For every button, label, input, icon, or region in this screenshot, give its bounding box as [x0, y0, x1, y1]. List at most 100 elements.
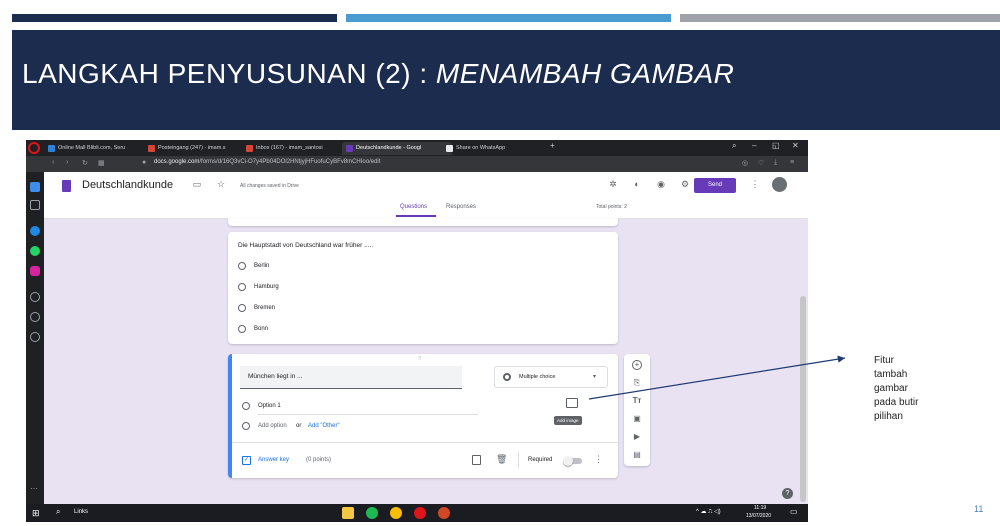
question-card-2[interactable]: ⠿ München liegt in ... Multiple choice ▾…	[228, 354, 618, 478]
history-icon[interactable]	[30, 312, 40, 322]
answer-key-link[interactable]: Answer key	[258, 457, 289, 463]
help-icon[interactable]: ?	[782, 488, 793, 499]
lock-icon: ●	[142, 159, 147, 166]
option-bonn: Bonn	[254, 326, 269, 332]
toggle-knob	[563, 456, 573, 466]
taskbar-search[interactable]: Links	[74, 509, 88, 515]
opera-icon[interactable]	[414, 507, 426, 519]
radio-bonn[interactable]	[238, 325, 246, 333]
speed-dial-icon[interactable]	[30, 182, 40, 192]
spotify-icon[interactable]	[366, 507, 378, 519]
add-video-icon[interactable]: ▶	[632, 432, 642, 442]
back-icon[interactable]: ‹	[52, 159, 54, 166]
forward-icon[interactable]: ›	[66, 159, 68, 166]
import-questions-icon[interactable]: ⎘	[632, 378, 642, 388]
question-card-partial	[228, 218, 618, 226]
radio-type-icon	[503, 373, 511, 381]
palette-icon[interactable]: ◐	[632, 179, 642, 189]
add-other-link[interactable]: Add "Other"	[308, 423, 340, 429]
tab-active-underline	[396, 215, 436, 217]
tab-responses[interactable]: Responses	[446, 204, 476, 210]
add-image-icon[interactable]: ▣	[632, 414, 642, 424]
new-tab-button[interactable]: +	[550, 141, 555, 150]
settings-gear-icon[interactable]: ⚙	[680, 179, 690, 189]
form-title[interactable]: Deutschlandkunde	[82, 179, 173, 191]
reload-icon[interactable]: ↻	[82, 159, 88, 167]
more-icon[interactable]: ⋯	[30, 484, 40, 494]
browser-tab-active[interactable]: Deutschlandkunde - Googl	[342, 142, 452, 155]
add-section-icon[interactable]: ▤	[632, 450, 642, 460]
radio-add-option	[242, 422, 250, 430]
minimize-icon[interactable]: –	[752, 141, 756, 150]
home-icon[interactable]	[30, 200, 40, 210]
grid-icon[interactable]: ▦	[98, 159, 105, 167]
answer-key-icon[interactable]: ✓	[242, 456, 251, 465]
folder-icon[interactable]: ▭	[192, 179, 202, 189]
whatsapp-icon[interactable]	[30, 246, 40, 256]
file-explorer-icon[interactable]	[342, 507, 354, 519]
more-vert-icon[interactable]: ⋮	[750, 179, 760, 189]
chrome-icon[interactable]	[390, 507, 402, 519]
browser-tab[interactable]: Posteingang (247) - imam.s	[144, 142, 252, 155]
question-title-field[interactable]: München liegt in ...	[240, 366, 462, 389]
scrollbar[interactable]	[800, 296, 806, 502]
heart-icon[interactable]	[30, 292, 40, 302]
addons-icon[interactable]: ✲	[608, 179, 618, 189]
radio-berlin[interactable]	[238, 262, 246, 270]
browser-tab-label: Inbox (167) - imam_santosi	[256, 145, 323, 151]
menu-icon[interactable]: ≡	[790, 159, 794, 166]
browser-tab[interactable]: Inbox (167) - imam_santosi	[242, 142, 352, 155]
top-bar-gray	[680, 14, 1000, 22]
form-tabs: Questions Responses Total points: 2	[44, 198, 808, 219]
question-card-1[interactable]: Die Hauptstadt von Deutschland war frühe…	[228, 232, 618, 344]
tab-questions[interactable]: Questions	[400, 204, 427, 210]
download-icon[interactable]: ⤓	[774, 159, 777, 167]
save-status: All changes saved in Drive	[240, 183, 299, 189]
add-image-tooltip: Add image	[554, 416, 582, 425]
settings-icon[interactable]	[30, 332, 40, 342]
search-icon[interactable]: ⌕	[732, 141, 736, 151]
add-title-icon[interactable]: Tт	[632, 396, 642, 406]
windows-start-icon[interactable]: ⊞	[32, 508, 40, 519]
star-icon[interactable]: ☆	[216, 179, 226, 189]
search-icon[interactable]: ⌕	[56, 507, 60, 517]
forms-header: Deutschlandkunde ▭ ☆ All changes saved i…	[44, 172, 808, 198]
required-toggle[interactable]	[563, 456, 582, 466]
powerpoint-icon[interactable]	[438, 507, 450, 519]
notification-icon[interactable]: ▭	[790, 507, 798, 516]
add-option-link[interactable]: Add option	[258, 423, 287, 429]
slide-title-plain: LANGKAH PENYUSUNAN (2) :	[22, 58, 436, 89]
heart-icon[interactable]: ♡	[758, 159, 764, 167]
radio-bremen[interactable]	[238, 304, 246, 312]
messenger-icon[interactable]	[30, 226, 40, 236]
avatar[interactable]	[772, 177, 787, 192]
send-button[interactable]: Send	[694, 178, 736, 193]
browser-tab-strip: Online Mall Blibli.com, Seru Posteingang…	[26, 140, 808, 156]
preview-eye-icon[interactable]: ◉	[656, 179, 666, 189]
option-berlin: Berlin	[254, 263, 270, 269]
opera-logo-icon[interactable]	[28, 142, 40, 154]
drag-handle-icon[interactable]: ⠿	[418, 356, 422, 362]
mail-icon	[148, 145, 155, 152]
add-image-icon[interactable]	[566, 398, 578, 408]
question-type-dropdown[interactable]: Multiple choice ▾	[494, 366, 608, 388]
close-icon[interactable]: ✕	[792, 141, 799, 150]
favicon-icon	[48, 145, 55, 152]
top-bar-blue	[346, 14, 671, 22]
browser-tab[interactable]: Share on WhatsApp	[442, 142, 556, 155]
duplicate-icon[interactable]	[472, 455, 481, 465]
url-field[interactable]: docs.google.com/forms/d/16Q3vCi-O7y4Pb04…	[154, 159, 380, 165]
browser-tab[interactable]: Online Mall Blibli.com, Seru	[44, 142, 154, 155]
radio-hamburg[interactable]	[238, 283, 246, 291]
delete-icon[interactable]: 🗑	[496, 454, 507, 465]
instagram-icon[interactable]	[30, 266, 40, 276]
maximize-icon[interactable]: ◱	[772, 141, 780, 150]
camera-icon[interactable]: ◎	[742, 159, 748, 167]
option-bremen: Bremen	[254, 305, 276, 311]
option-hamburg: Hamburg	[254, 284, 279, 290]
add-question-icon[interactable]: +	[632, 360, 642, 370]
option-1-field[interactable]: Option 1	[258, 403, 281, 409]
document-icon	[446, 145, 453, 152]
more-vert-icon[interactable]: ⋮	[594, 454, 603, 465]
system-tray-icons[interactable]: ^ ☁ ⎍ ◁)	[696, 508, 721, 516]
